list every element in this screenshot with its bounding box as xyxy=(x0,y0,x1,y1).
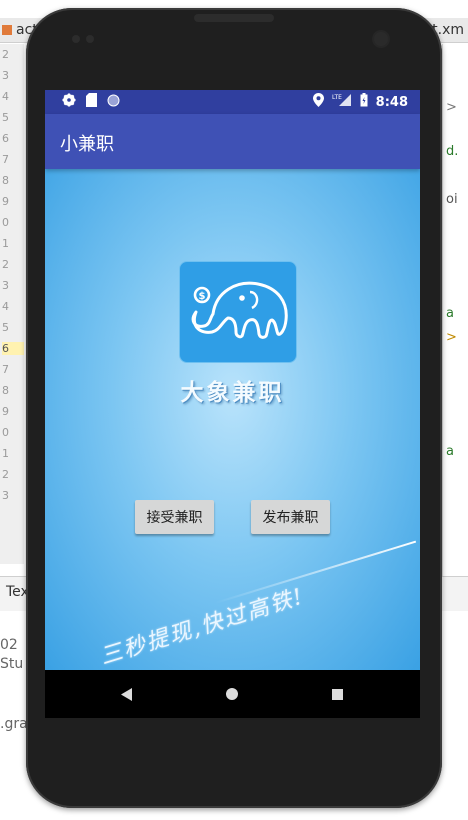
line-number: 1 xyxy=(2,237,9,250)
app-bar: 小兼职 xyxy=(45,114,420,169)
lte-signal-icon: LTE xyxy=(332,93,352,112)
line-number: 1 xyxy=(2,447,9,460)
ide-code-fragment: > d. oi a > a xyxy=(442,44,468,604)
sd-card-icon xyxy=(86,93,97,112)
file-icon xyxy=(2,25,12,35)
ide-log-line: 02 xyxy=(0,637,18,653)
ide-log-line: .gra xyxy=(0,716,28,732)
line-number: 6 xyxy=(2,132,9,145)
slogan-text: 三秒提现,快过高铁! xyxy=(97,584,308,670)
sensor-dot xyxy=(86,35,94,43)
line-number: 7 xyxy=(2,153,9,166)
line-number: 4 xyxy=(2,300,9,313)
front-camera xyxy=(374,32,388,46)
elephant-logo: $ xyxy=(179,261,297,363)
line-number: 2 xyxy=(2,468,9,481)
home-icon xyxy=(226,688,238,700)
line-number: 3 xyxy=(2,489,9,502)
svg-text:LTE: LTE xyxy=(332,94,342,101)
svg-text:$: $ xyxy=(199,291,206,302)
navigation-bar xyxy=(45,670,420,718)
line-number: 9 xyxy=(2,405,9,418)
circle-icon xyxy=(107,94,120,112)
recents-icon xyxy=(331,688,343,700)
line-number: 3 xyxy=(2,279,9,292)
status-bar: LTE 8:48 xyxy=(45,90,420,114)
line-number: 8 xyxy=(2,174,9,187)
line-number: 5 xyxy=(2,321,9,334)
home-button[interactable] xyxy=(202,670,262,718)
line-number: 2 xyxy=(2,258,9,271)
line-number: 3 xyxy=(2,69,9,82)
back-icon xyxy=(121,687,132,701)
line-number: 9 xyxy=(2,195,9,208)
line-number: 8 xyxy=(2,384,9,397)
code-fragment: a xyxy=(446,444,454,459)
code-fragment: > xyxy=(446,330,457,345)
line-number: 0 xyxy=(2,216,9,229)
publish-job-button[interactable]: 发布兼职 xyxy=(251,500,330,534)
location-icon xyxy=(312,93,324,112)
speaker-grille xyxy=(194,14,274,22)
splash-content: $ 大象兼职 接受兼职 发布兼职 三秒提现,快过高铁! xyxy=(45,169,420,670)
status-time: 8:48 xyxy=(375,94,408,110)
back-button[interactable] xyxy=(97,670,157,718)
app-title: 小兼职 xyxy=(60,134,114,155)
settings-icon xyxy=(62,93,76,112)
code-fragment: oi xyxy=(446,192,458,207)
line-number: 0 xyxy=(2,426,9,439)
brand-name: 大象兼职 xyxy=(180,380,285,406)
recents-button[interactable] xyxy=(307,670,367,718)
line-number: 7 xyxy=(2,363,9,376)
line-number: 6 xyxy=(2,342,24,355)
accept-job-button[interactable]: 接受兼职 xyxy=(135,500,214,534)
line-number: 5 xyxy=(2,111,9,124)
line-number: 4 xyxy=(2,90,9,103)
code-fragment: a xyxy=(446,306,454,321)
code-fragment: > xyxy=(446,100,457,115)
ide-line-gutter: 2 3 4 5 6 7 8 9 0 1 2 3 4 5 6 7 8 9 0 1 2 3 xyxy=(0,44,24,564)
sensor-dot xyxy=(72,35,80,43)
battery-icon xyxy=(360,93,368,112)
elephant-icon: $ xyxy=(191,281,288,339)
ide-log-line: Stu xyxy=(0,656,24,672)
line-number: 2 xyxy=(2,48,9,61)
device-screen: LTE 8:48 小兼职 $ 大象兼职 接受兼职 发布兼职 三秒提现,快过高铁! xyxy=(45,90,420,718)
code-fragment: d. xyxy=(446,144,459,159)
